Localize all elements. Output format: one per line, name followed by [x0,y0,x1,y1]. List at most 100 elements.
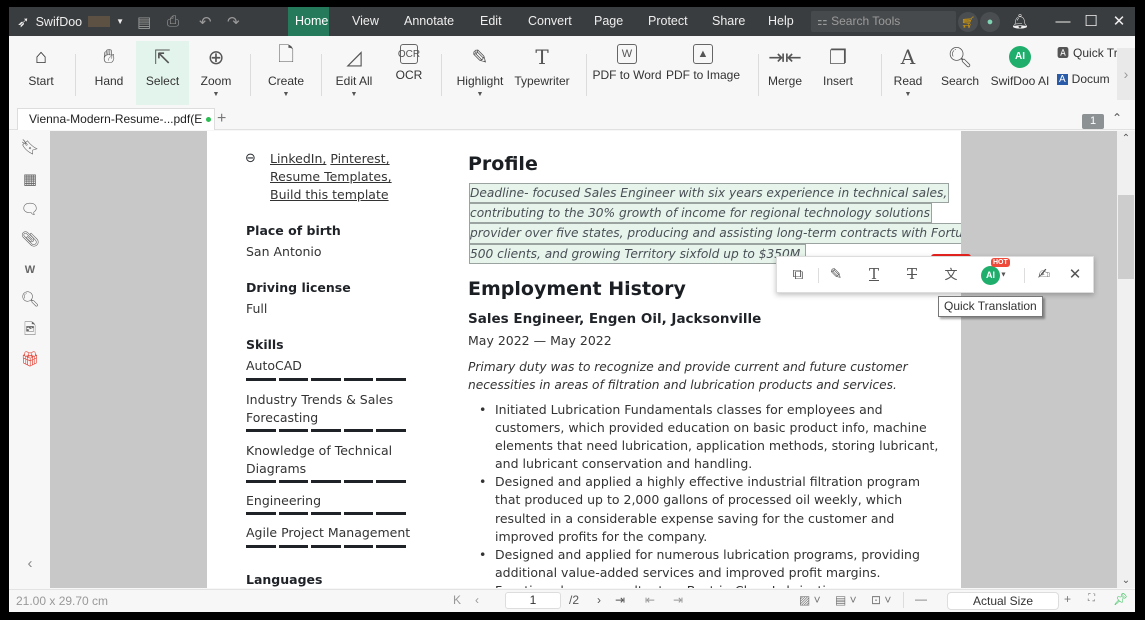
signature-icon[interactable]: 🖻︎ [19,319,41,341]
add-tab-button[interactable]: + [217,108,226,130]
profile-text-selected[interactable]: Deadline- focused Sales Engineer with si… [469,183,961,264]
build-template-link[interactable]: Build this template [270,187,389,202]
search-tools-input[interactable]: ⚏ Search Tools [811,11,956,32]
minimize-button[interactable]: — [1048,7,1078,36]
document-tab-title: Vienna-Modern-Resume-...pdf(E [29,112,203,126]
thumbnails-icon[interactable]: ▦ [19,169,41,191]
bell-icon[interactable]: 🔔︎ [1011,7,1029,36]
page-layout-icon[interactable]: ▤ ˅ [835,593,857,607]
start-button[interactable]: ⌂ Start [19,41,63,105]
ribbon-scroll-right-button[interactable]: › [1117,48,1135,100]
edit-all-button[interactable]: ◿ Edit All ▼ [332,41,376,105]
comments-icon[interactable]: 🗨︎ [19,199,41,221]
zoom-level-select[interactable]: Actual Size [947,592,1059,610]
hand-button[interactable]: ✋︎ Hand [87,41,131,105]
menu-share[interactable]: Share [705,7,752,36]
save-icon[interactable]: ▤ [137,7,151,36]
edit-note-icon[interactable]: ✍︎ [1029,257,1059,292]
fullscreen-icon[interactable]: ⛶ [1088,593,1095,604]
divider [586,54,587,96]
bookmark-icon[interactable]: 🔖︎ [19,137,41,159]
document-tab[interactable]: Vienna-Modern-Resume-...pdf(E [17,108,215,130]
menu-edit[interactable]: Edit [473,7,509,36]
copy-icon[interactable]: ⧉ [783,257,813,292]
highlight-icon[interactable]: ✎ [821,257,851,292]
linkedin-link[interactable]: LinkedIn, [270,151,326,166]
resume-templates-link[interactable]: Resume Templates, [270,169,392,184]
search-icon[interactable]: 🔍︎ [19,289,41,311]
menu-view[interactable]: View [345,7,386,36]
divider [818,268,819,283]
prev-page-button[interactable]: ‹ [475,593,479,607]
menu-convert[interactable]: Convert [521,7,579,36]
divider [441,54,442,96]
collapse-ribbon-button[interactable]: ⌃ [1112,111,1122,125]
ocr-button[interactable]: OCR OCR [389,41,429,105]
redo-icon[interactable]: ↷ [227,7,240,36]
maximize-button[interactable]: ☐ [1076,7,1106,36]
collapse-sidebar-icon[interactable]: ‹ [19,553,41,575]
pdf-to-word-button[interactable]: W PDF to Word [592,41,662,105]
zoom-in-icon: ⊕ [207,46,225,69]
document-translate-button[interactable]: A Docum [1057,72,1110,86]
fit-page-icon[interactable]: ⊡ ˅ [871,593,891,607]
swifdoo-ai-button[interactable]: AI SwifDoo AI [990,41,1050,105]
next-page-button[interactable]: › [597,593,601,607]
select-button[interactable]: ⇱ Select [136,41,189,105]
document-translate-label: Docum [1071,72,1110,86]
strikethrough-icon[interactable]: T [897,257,927,292]
menu-help[interactable]: Help [761,7,801,36]
previous-view-icon[interactable]: ⇤ [645,593,655,607]
menu-protect[interactable]: Protect [641,7,695,36]
pdf-to-image-button[interactable]: ▲ PDF to Image [665,41,741,105]
search-button[interactable]: 🔍︎ Search [939,41,981,105]
cart-icon[interactable]: 🛒︎ [958,12,978,32]
last-page-button[interactable]: ⇥ [615,593,625,607]
quick-translate-button[interactable]: 🅰︎ Quick Tr [1057,44,1118,61]
attachment-icon[interactable]: 📎︎ [19,229,41,251]
scroll-down-icon[interactable]: ⌄ [1117,575,1135,586]
scrollbar-thumb[interactable] [1118,195,1134,279]
bullet-item: Designed and applied for numerous lubric… [479,546,939,582]
close-window-button[interactable]: ✕ [1104,7,1134,36]
status-bar: 21.00 x 29.70 cm K ‹ 1 /2 › ⇥ ⇤ ⇥ ▨ ˅ ▤ … [9,589,1135,612]
unsaved-dot-icon [206,117,212,123]
quick-translation-icon[interactable]: 文 [936,257,966,292]
next-view-icon[interactable]: ⇥ [673,593,683,607]
undo-icon[interactable]: ↶ [199,7,212,36]
place-of-birth-label: Place of birth [246,223,341,238]
menu-annotate[interactable]: Annotate [397,7,461,36]
chevron-down-icon: ▼ [116,17,125,26]
tools-grid-icon: ⚏ [817,14,828,28]
quick-translate-label: Quick Tr [1073,45,1118,60]
pinterest-link[interactable]: Pinterest, [330,151,389,166]
gift-icon[interactable]: 🎁︎ [19,349,41,371]
pin-icon[interactable]: 📌︎ [1113,592,1128,606]
current-page-input[interactable]: 1 [505,592,561,609]
zoom-button[interactable]: ⊕ Zoom ▼ [194,41,238,105]
underline-icon[interactable]: T [859,257,889,292]
merge-button[interactable]: ⇥⇤ Merge [765,41,805,105]
app-menu[interactable]: ➶ SwifDoo ▼ [17,7,124,36]
blurred-text [88,16,111,27]
typewriter-button[interactable]: T Typewriter [512,41,572,105]
bullet-item: Initiated Lubrication Fundamentals class… [479,401,939,473]
highlight-button[interactable]: ✎ Highlight ▼ [452,41,508,105]
close-icon[interactable]: ✕ [1060,257,1090,292]
account-icon[interactable]: ● [980,12,1000,32]
zoom-in-button[interactable]: + [1064,592,1071,606]
ai-assistant-button[interactable]: AI ▼ HOT [977,257,1011,292]
word-icon[interactable]: W [19,259,41,281]
create-button[interactable]: 🗋︎ Create ▼ [262,41,310,105]
vertical-scrollbar[interactable]: ⌃ ⌄ [1117,131,1135,588]
scroll-up-icon[interactable]: ⌃ [1117,133,1135,144]
menu-page[interactable]: Page [587,7,630,36]
menu-home[interactable]: Home [288,7,329,36]
insert-button[interactable]: ❐ Insert [819,41,857,105]
first-page-button[interactable]: K [453,593,461,607]
zoom-out-button[interactable]: — [915,592,927,606]
background-color-icon[interactable]: ▨ ˅ [799,593,821,607]
print-icon[interactable]: ⎙ [167,7,179,36]
driving-license-label: Driving license [246,280,351,295]
read-button[interactable]: A Read ▼ [890,41,926,105]
